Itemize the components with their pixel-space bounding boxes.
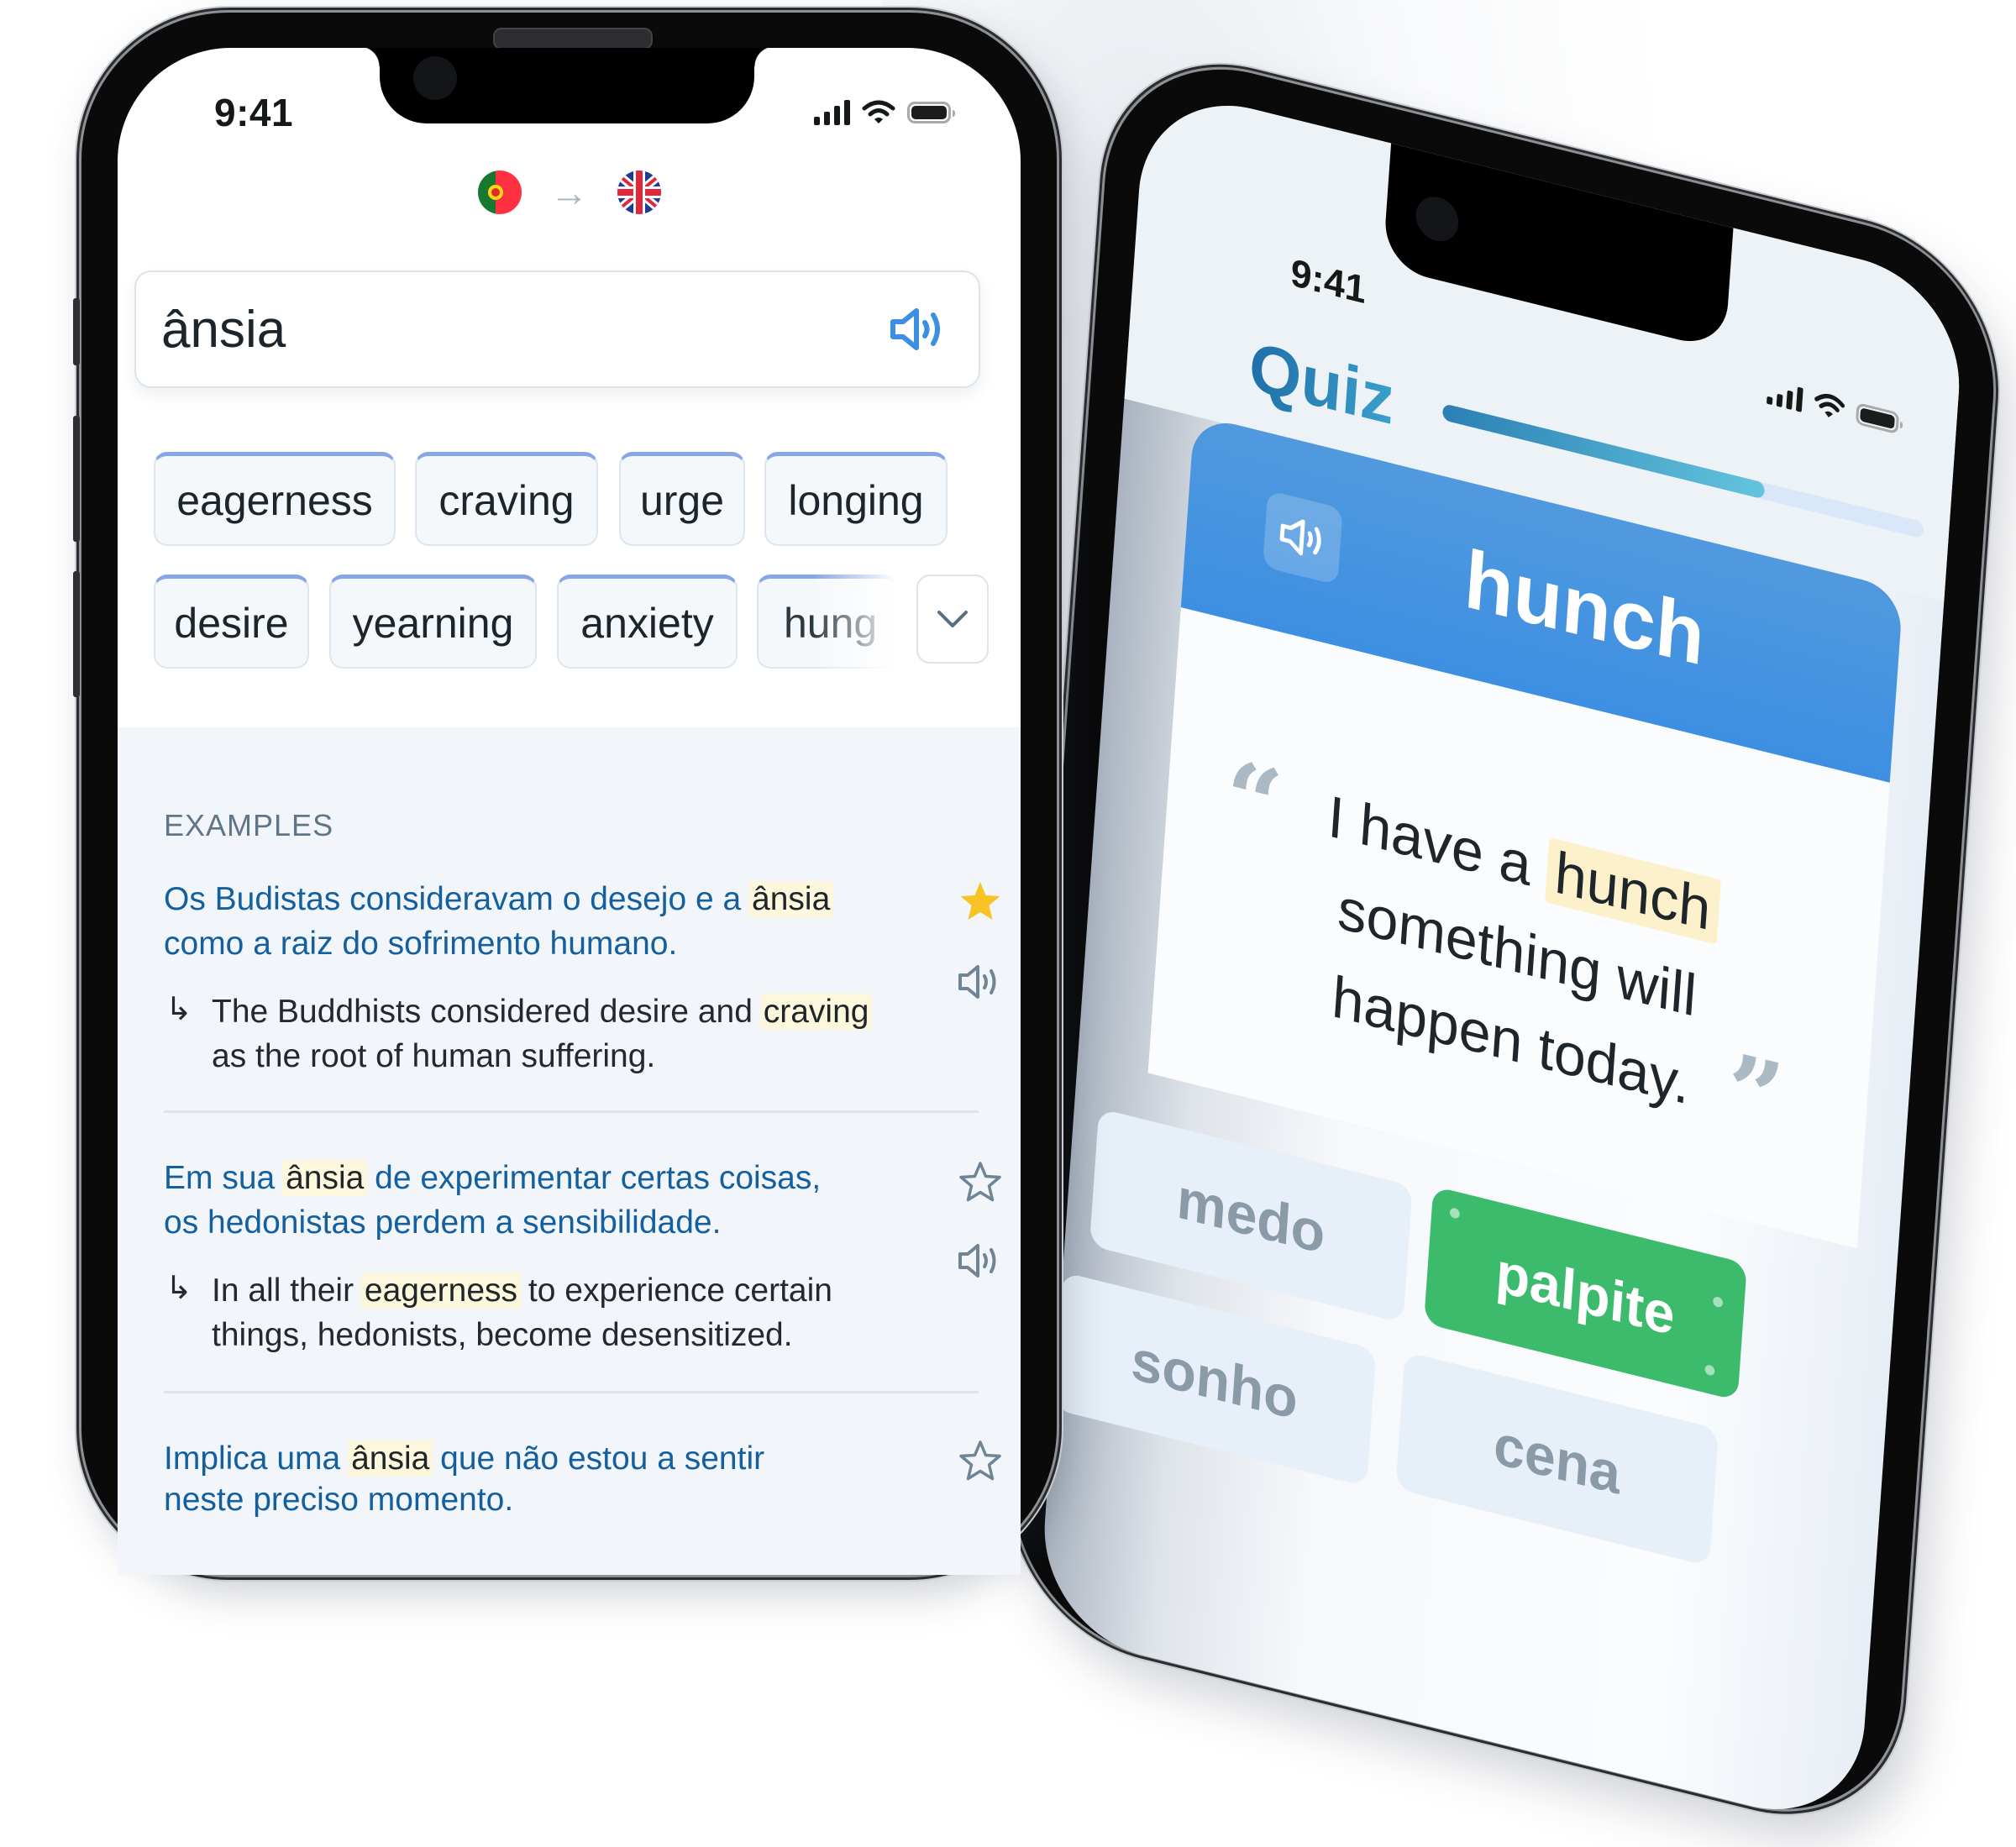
dictionary-screen: 9:41 → eagerness craving urge longing de… [118,48,1021,1575]
translation-chip[interactable]: hung [757,575,897,669]
search-box [134,270,980,388]
pronounce-button[interactable] [888,306,947,353]
close-quote-icon: ” [1723,1030,1788,1162]
quiz-word: hunch [1462,532,1708,683]
sparkle-dot [1704,1363,1715,1377]
language-selector[interactable]: → [118,171,1021,214]
speaker-icon[interactable] [957,1241,1002,1280]
status-time: 9:41 [214,91,294,134]
camera [413,56,457,100]
translation-text: as the root of human suffering. [212,1038,656,1074]
portugal-flag-icon[interactable] [477,171,522,214]
translation-chip[interactable]: longing [764,452,948,546]
translation-chip[interactable]: yearning [329,575,537,669]
star-filled-icon[interactable] [957,879,1004,926]
wifi-icon [862,100,895,123]
example-text: Os Budistas consideravam o desejo e a [164,881,751,917]
translation-chip[interactable]: urge [619,452,745,546]
highlighted-term: ânsia [348,1440,433,1477]
camera [1414,192,1460,246]
sparkle-dot [1449,1207,1461,1220]
highlighted-term: ânsia [282,1160,368,1196]
cellular-signal-icon [814,100,850,125]
reply-arrow-icon: ↳ [165,1271,192,1306]
answer-label: sonho [1129,1327,1300,1432]
status-icons [814,100,955,125]
divider [164,1391,979,1393]
example-text: Em sua [164,1160,285,1196]
volume-up-button [73,416,80,542]
speaker-icon [1279,519,1321,556]
translation-text: In all their [212,1272,363,1309]
word-speaker-button[interactable] [1263,490,1343,585]
example-source: Implica uma ânsia que não estou a sentir… [164,1438,853,1520]
mute-switch [73,298,80,365]
dictionary-phone: 9:41 → eagerness craving urge longing de… [73,13,1057,1575]
example-item: Implica uma ânsia que não estou a sentir… [164,1438,987,1520]
example-text: Implica uma [164,1440,350,1477]
speaker-grill [493,28,653,50]
translation-text: The Buddhists considered desire and [212,994,762,1030]
chevron-down-icon [937,611,968,627]
divider [164,1110,979,1113]
example-source: Os Budistas consideravam o desejo e a ân… [164,877,853,966]
volume-down-button [73,571,80,697]
notch [360,48,774,123]
reply-arrow-icon: ↳ [165,992,192,1027]
show-more-button[interactable] [916,575,989,664]
battery-icon [907,102,955,123]
answer-label: medo [1174,1165,1327,1266]
translation-chip[interactable]: craving [415,452,598,546]
examples-section: EXAMPLES Os Budistas consideravam o dese… [118,727,1021,1575]
speaker-icon[interactable] [957,963,1002,1001]
uk-flag-icon[interactable] [617,171,661,214]
quiz-phone: 9:41 Quiz hunch “ I have a hunch somethi… [1003,39,2003,1847]
answer-label: palpite [1494,1239,1677,1347]
sparkle-dot [1712,1295,1724,1309]
speaker-icon [890,308,940,350]
answer-label: cena [1491,1411,1623,1507]
search-input[interactable] [161,296,850,363]
examples-heading: EXAMPLES [164,808,334,842]
highlighted-term: eagerness [360,1272,522,1309]
example-text: como a raiz do sofrimento humano. [164,926,678,962]
example-translation: ↳ In all their eagerness to experience ce… [164,1268,900,1357]
highlighted-term: ânsia [748,881,834,917]
translation-chip[interactable]: eagerness [154,452,396,546]
translation-chip[interactable]: desire [154,575,309,669]
example-item: Os Budistas consideravam o desejo e a ân… [164,877,987,1078]
quiz-screen: 9:41 Quiz hunch “ I have a hunch somethi… [1037,82,1966,1833]
example-source: Em sua ânsia de experimentar certas cois… [164,1156,853,1245]
example-translation: ↳ The Buddhists considered desire and cra… [164,989,900,1078]
highlighted-term: craving [759,994,873,1030]
star-outline-icon[interactable] [957,1159,1004,1206]
example-item: Em sua ânsia de experimentar certas cois… [164,1156,987,1357]
translation-chip[interactable]: anxiety [557,575,738,669]
arrow-right-icon: → [549,171,589,214]
